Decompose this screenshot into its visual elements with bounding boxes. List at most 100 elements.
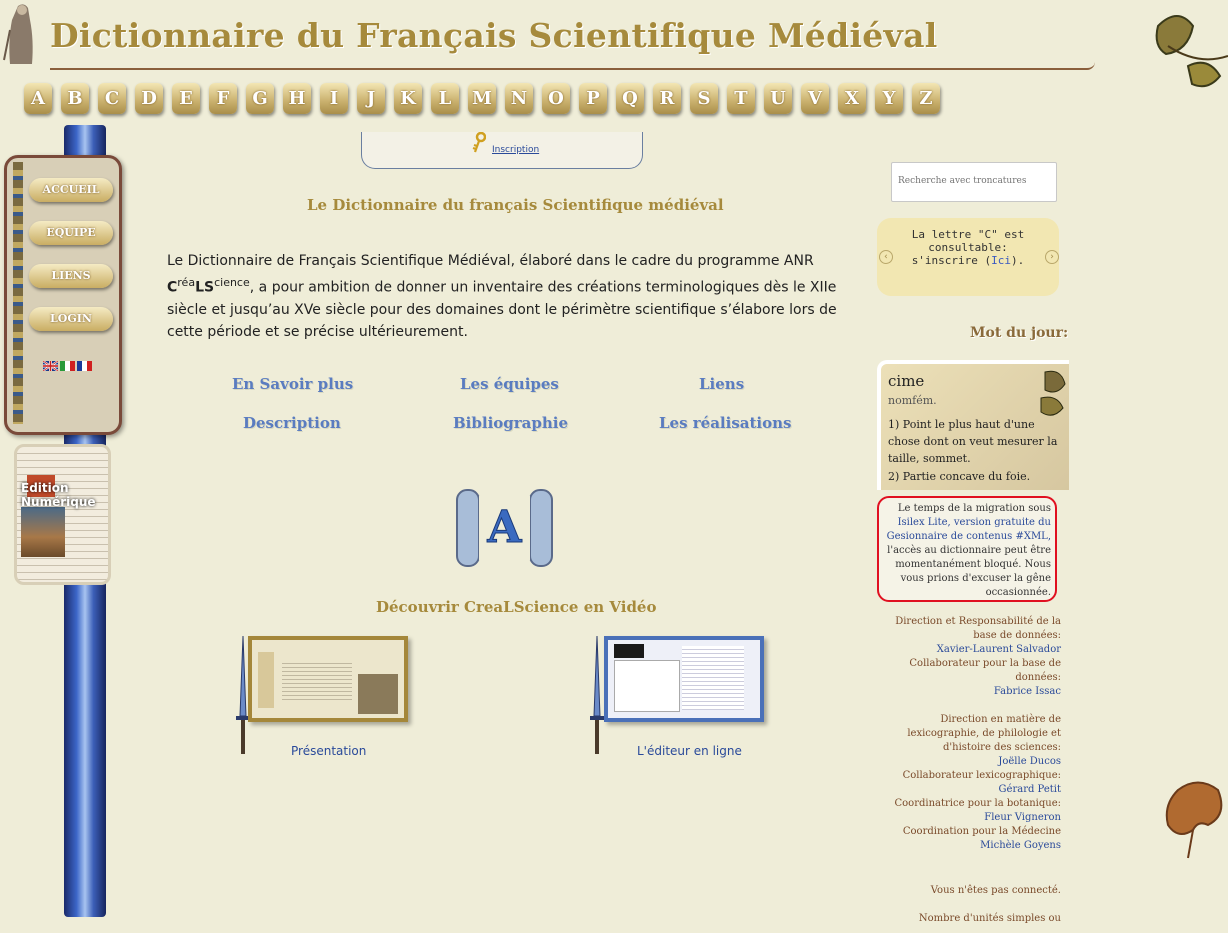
units-count-text: Nombre d'unités simples ou <box>918 913 1061 924</box>
flag-italy-icon[interactable] <box>60 361 75 371</box>
alphabet-letter-b[interactable]: B <box>61 83 89 114</box>
alphabet-letter-i[interactable]: I <box>320 83 348 114</box>
leaf-ornament-icon <box>1155 15 1228 88</box>
mot-du-jour-card: cime nomfém. 1) Point le plus haut d'une… <box>877 360 1069 490</box>
crealscience-ls: LS <box>195 279 215 296</box>
page-heading: Le Dictionnaire du français Scientifique… <box>307 196 724 214</box>
inscription-tab: Inscription <box>361 132 643 169</box>
migration-text-2: l'accès au dictionnaire peut être moment… <box>887 545 1051 598</box>
alphabet-letter-o[interactable]: O <box>542 83 570 114</box>
edition-numerique-banner[interactable]: Edition Numérique <box>14 444 111 585</box>
isilex-link[interactable]: Isilex Lite, version gratuite du Gesionn… <box>887 517 1051 542</box>
alphabet-letter-r[interactable]: R <box>653 83 681 114</box>
link-description[interactable]: Description <box>243 414 341 432</box>
menu-liens-button[interactable]: LIENS <box>29 264 113 288</box>
menu-login-button[interactable]: LOGIN <box>29 307 113 331</box>
mot-du-jour-heading: Mot du jour: <box>970 325 1069 341</box>
sword-ornament-icon <box>590 636 604 754</box>
site-title: Dictionnaire du Français Scientifique Mé… <box>50 16 938 55</box>
video-presentation-link[interactable]: Présentation <box>291 744 366 758</box>
link-les-equipes[interactable]: Les équipes <box>460 375 559 393</box>
alphabet-letter-u[interactable]: U <box>764 83 792 114</box>
alphabet-letter-j[interactable]: J <box>357 83 385 114</box>
alphabet-letter-f[interactable]: F <box>209 83 237 114</box>
leaf-ornament-icon <box>1165 781 1223 859</box>
link-bibliographie[interactable]: Bibliographie <box>453 414 568 432</box>
letter-notice: ‹ La lettre "C" est consultable: s'inscr… <box>877 218 1059 296</box>
alphabet-letter-y[interactable]: Y <box>875 83 903 114</box>
mot-du-jour-def2: 2) Partie concave du foie. <box>888 470 1031 483</box>
status-text: Vous n'êtes pas connecté. <box>930 885 1061 896</box>
alphabet-letter-h[interactable]: H <box>283 83 311 114</box>
intro-text-start: Le Dictionnaire de Français Scientifique… <box>167 253 814 269</box>
alphabet-letter-z[interactable]: Z <box>912 83 940 114</box>
notice-link[interactable]: Ici <box>991 254 1011 267</box>
mot-du-jour-pos: nomfém. <box>888 394 937 407</box>
monk-illustration <box>3 4 33 64</box>
alphabet-letter-s[interactable]: S <box>690 83 718 114</box>
alphabet-nav: A B C D E F G H I J K L M N O P Q R S T … <box>24 83 940 114</box>
chevron-left-icon[interactable]: ‹ <box>879 250 893 264</box>
credit-role: Collaborateur pour la base de données: <box>909 658 1061 683</box>
credit-name[interactable]: Joëlle Ducos <box>880 755 1061 769</box>
link-en-savoir-plus[interactable]: En Savoir plus <box>232 375 353 393</box>
credit-name[interactable]: Xavier-Laurent Salvador <box>880 643 1061 657</box>
language-flags <box>43 361 92 371</box>
letter-notice-text: La lettre "C" est consultable: s'inscrir… <box>901 228 1035 267</box>
main-menu: ACCUEIL EQUIPE LIENS LOGIN <box>4 155 122 435</box>
menu-chain-ornament <box>13 162 23 424</box>
alphabet-letter-c[interactable]: C <box>98 83 126 114</box>
credit-name[interactable]: Michèle Goyens <box>880 839 1061 853</box>
crealscience-c: C <box>167 279 178 296</box>
menu-equipe-button[interactable]: EQUIPE <box>29 221 113 245</box>
letter-a-emblem[interactable]: A <box>455 488 554 568</box>
video-editeur-link[interactable]: L'éditeur en ligne <box>637 744 742 758</box>
flag-uk-icon[interactable] <box>43 361 58 371</box>
alphabet-letter-l[interactable]: L <box>431 83 459 114</box>
link-les-realisations[interactable]: Les réalisations <box>659 414 791 432</box>
video-thumbnail-editeur[interactable] <box>604 636 764 722</box>
key-icon <box>472 132 486 153</box>
alphabet-letter-x[interactable]: X <box>838 83 866 114</box>
crealscience-cience: cience <box>214 276 250 289</box>
video-thumbnail-presentation[interactable] <box>248 636 408 722</box>
credit-role: Coordinatrice pour la botanique: <box>894 798 1062 809</box>
mot-du-jour-word: cime <box>888 372 925 390</box>
alphabet-letter-v[interactable]: V <box>801 83 829 114</box>
title-underline <box>50 62 1095 70</box>
alphabet-letter-a[interactable]: A <box>24 83 52 114</box>
credits: Direction et Responsabilité de la base d… <box>880 615 1062 853</box>
search-input[interactable] <box>892 163 1059 199</box>
credit-role: Coordination pour la Médecine <box>902 826 1061 837</box>
alphabet-letter-d[interactable]: D <box>135 83 163 114</box>
crealscience-rea: réa <box>177 276 196 289</box>
alphabet-letter-n[interactable]: N <box>505 83 533 114</box>
intro-text-end: , a pour ambition de donner un inventair… <box>167 279 837 340</box>
credit-name[interactable]: Gérard Petit <box>880 783 1061 797</box>
alphabet-letter-m[interactable]: M <box>468 83 496 114</box>
alphabet-letter-p[interactable]: P <box>579 83 607 114</box>
credit-name[interactable]: Fleur Vigneron <box>880 811 1061 825</box>
manuscript-miniature <box>21 507 65 557</box>
alphabet-letter-e[interactable]: E <box>172 83 200 114</box>
big-letter-a: A <box>486 502 522 553</box>
search-box <box>891 162 1059 202</box>
credit-name[interactable]: Fabrice Issac <box>880 685 1061 699</box>
intro-paragraph: Le Dictionnaire de Français Scientifique… <box>167 250 837 343</box>
credit-role: Collaborateur lexicographique: <box>902 770 1061 781</box>
migration-text-1: Le temps de la migration sous <box>897 503 1051 514</box>
inscription-link[interactable]: Inscription <box>492 145 539 155</box>
alphabet-letter-q[interactable]: Q <box>616 83 644 114</box>
edition-numerique-label: Edition Numérique <box>21 481 96 509</box>
migration-notice: Le temps de la migration sous Isilex Lit… <box>877 496 1057 602</box>
credit-role: Direction en matière de lexicographie, d… <box>907 714 1061 753</box>
flag-france-icon[interactable] <box>77 361 92 371</box>
alphabet-letter-t[interactable]: T <box>727 83 755 114</box>
link-liens[interactable]: Liens <box>699 375 744 393</box>
video-section-heading: Découvrir CreaLScience en Vidéo <box>376 598 657 616</box>
alphabet-letter-g[interactable]: G <box>246 83 274 114</box>
menu-accueil-button[interactable]: ACCUEIL <box>29 178 113 202</box>
connection-status: Vous n'êtes pas connecté. Nombre d'unité… <box>880 877 1061 933</box>
chevron-right-icon[interactable]: › <box>1045 250 1059 264</box>
alphabet-letter-k[interactable]: K <box>394 83 422 114</box>
